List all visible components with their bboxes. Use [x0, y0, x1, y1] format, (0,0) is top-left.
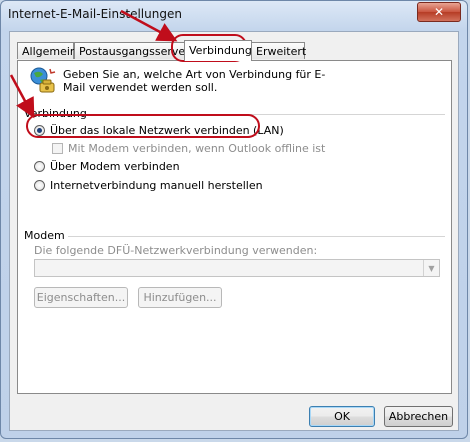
dialog-window: Internet-E-Mail-Einstellungen ✕ Allgemei… — [0, 0, 468, 439]
ok-button[interactable]: OK — [309, 406, 375, 427]
cancel-button[interactable]: Abbrechen — [384, 406, 453, 427]
checkbox-modem-offline-label: Mit Modem verbinden, wenn Outlook offlin… — [68, 142, 326, 155]
tab-erweitert[interactable]: Erweitert — [251, 42, 306, 59]
globe-phone-icon — [30, 67, 56, 95]
radio-button-modem[interactable] — [34, 161, 45, 172]
tab-allgemein[interactable]: Allgemein — [17, 42, 77, 59]
chevron-down-icon[interactable]: ▼ — [423, 260, 439, 276]
modem-group-divider — [24, 236, 445, 237]
radio-manual-label: Internetverbindung manuell herstellen — [50, 179, 263, 192]
close-icon: ✕ — [433, 5, 445, 19]
radio-modem[interactable]: Über Modem verbinden — [34, 160, 180, 173]
dialog-client-area: Allgemein Postausgangsserver Verbindung … — [9, 31, 459, 431]
add-button[interactable]: Hinzufügen... — [138, 287, 222, 308]
radio-modem-label: Über Modem verbinden — [50, 160, 180, 173]
lan-option-highlight-callout — [26, 114, 260, 138]
window-title: Internet-E-Mail-Einstellungen — [8, 7, 182, 21]
properties-button[interactable]: Eigenschaften... — [34, 287, 128, 308]
checkbox-box[interactable] — [52, 143, 63, 154]
radio-manual[interactable]: Internetverbindung manuell herstellen — [34, 179, 263, 192]
tab-verbindung[interactable]: Verbindung — [184, 40, 252, 61]
tab-page-verbindung: Geben Sie an, welche Art von Verbindung … — [17, 60, 452, 394]
radio-button-manual[interactable] — [34, 180, 45, 191]
dialup-label: Die folgende DFÜ-Netzwerkverbindung verw… — [34, 244, 318, 257]
modem-group-label: Modem — [24, 229, 68, 242]
intro-text: Geben Sie an, welche Art von Verbindung … — [63, 68, 326, 94]
dialup-select[interactable]: ▼ — [34, 259, 440, 277]
close-button[interactable]: ✕ — [417, 2, 461, 22]
checkbox-modem-offline[interactable]: Mit Modem verbinden, wenn Outlook offlin… — [52, 142, 325, 155]
